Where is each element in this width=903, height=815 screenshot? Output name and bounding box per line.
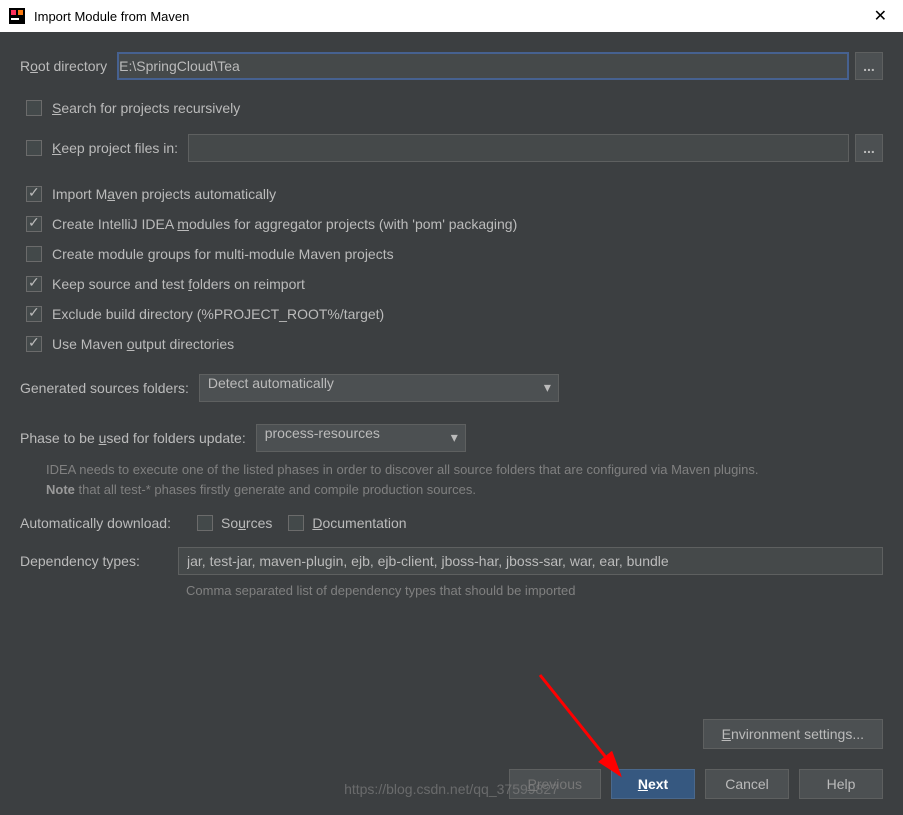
close-icon[interactable]: ✕ [866, 6, 895, 26]
dep-types-label: Dependency types: [20, 553, 168, 569]
create-modules-label: Create IntelliJ IDEA modules for aggrega… [52, 216, 517, 232]
generated-folders-select[interactable]: Detect automatically [199, 374, 559, 402]
dep-types-hint: Comma separated list of dependency types… [186, 583, 883, 598]
keep-source-label: Keep source and test folders on reimport [52, 276, 305, 292]
exclude-build-checkbox[interactable] [26, 306, 42, 322]
app-icon [8, 7, 26, 25]
dialog-content: Root directory E:\SpringCloud\Tea ... Se… [0, 32, 903, 598]
use-output-label: Use Maven output directories [52, 336, 234, 352]
next-button[interactable]: Next [611, 769, 695, 799]
search-recursively-checkbox[interactable] [26, 100, 42, 116]
exclude-build-label: Exclude build directory (%PROJECT_ROOT%/… [52, 306, 384, 322]
phase-select[interactable]: process-resources [256, 424, 466, 452]
auto-download-label: Automatically download: [20, 515, 171, 531]
dep-types-input[interactable] [178, 547, 883, 575]
sources-label: Sources [221, 515, 272, 531]
docs-label: Documentation [312, 515, 406, 531]
keep-project-files-checkbox[interactable] [26, 140, 42, 156]
root-directory-label: Root directory [20, 58, 107, 74]
sources-checkbox[interactable] [197, 515, 213, 531]
keep-source-checkbox[interactable] [26, 276, 42, 292]
cancel-button[interactable]: Cancel [705, 769, 789, 799]
dep-types-row: Dependency types: [20, 547, 883, 575]
generated-folders-label: Generated sources folders: [20, 380, 189, 396]
use-output-checkbox[interactable] [26, 336, 42, 352]
keep-project-files-input[interactable] [188, 134, 849, 162]
create-modules-checkbox[interactable] [26, 216, 42, 232]
button-bar: Previous Next Cancel Help [20, 769, 883, 799]
environment-settings-button[interactable]: Environment settings... [703, 719, 883, 749]
import-auto-label: Import Maven projects automatically [52, 186, 276, 202]
generated-folders-row: Generated sources folders: Detect automa… [20, 374, 883, 402]
previous-button: Previous [509, 769, 601, 799]
phase-row: Phase to be used for folders update: pro… [20, 424, 883, 452]
docs-checkbox[interactable] [288, 515, 304, 531]
keep-project-files-label: Keep project files in: [52, 140, 178, 156]
root-directory-input[interactable]: E:\SpringCloud\Tea [117, 52, 849, 80]
browse-keep-button[interactable]: ... [855, 134, 883, 162]
auto-download-row: Automatically download: Sources Document… [20, 515, 883, 531]
import-auto-checkbox[interactable] [26, 186, 42, 202]
window-title: Import Module from Maven [34, 9, 189, 24]
phase-hint: IDEA needs to execute one of the listed … [46, 460, 883, 499]
create-groups-checkbox[interactable] [26, 246, 42, 262]
titlebar: Import Module from Maven ✕ [0, 0, 903, 32]
phase-label: Phase to be used for folders update: [20, 430, 246, 446]
search-recursively-label: Search for projects recursively [52, 100, 240, 116]
help-button[interactable]: Help [799, 769, 883, 799]
create-groups-label: Create module groups for multi-module Ma… [52, 246, 394, 262]
browse-root-button[interactable]: ... [855, 52, 883, 80]
root-directory-row: Root directory E:\SpringCloud\Tea ... [20, 52, 883, 80]
